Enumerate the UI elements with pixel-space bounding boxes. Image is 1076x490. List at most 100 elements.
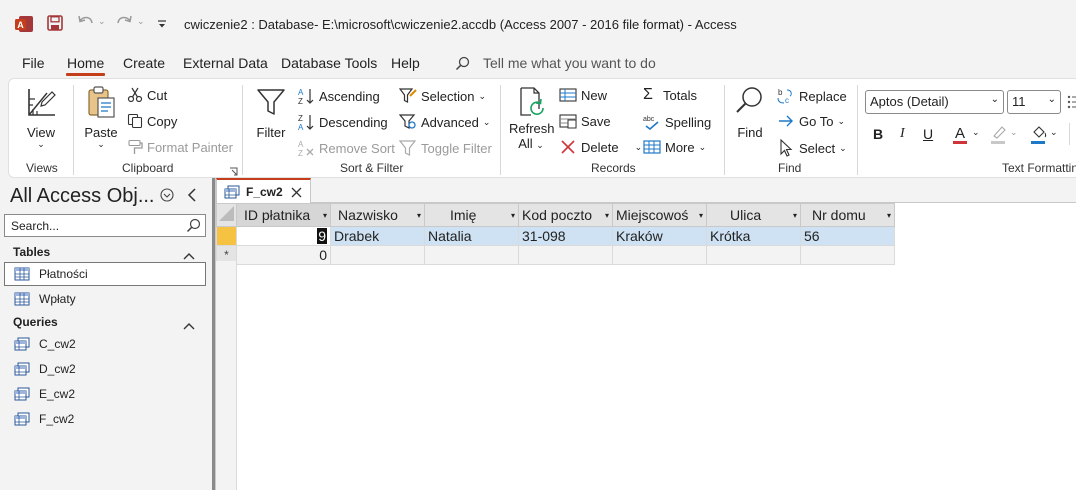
italic-button[interactable]: I: [900, 126, 905, 142]
refresh-all-button[interactable]: Refresh All ⌄: [509, 85, 555, 155]
save-record-button[interactable]: Save: [559, 113, 611, 129]
nav-section-queries[interactable]: Queries: [13, 315, 58, 329]
replace-button[interactable]: bc Replace: [777, 87, 847, 105]
tables-collapse-icon[interactable]: [183, 248, 195, 260]
save-label: Save: [581, 113, 611, 129]
column-header-nr-domu[interactable]: Nr domu ▾: [800, 203, 895, 227]
cell-imie[interactable]: Natalia: [424, 226, 519, 246]
nav-search-box[interactable]: Search...: [4, 214, 206, 237]
tab-help[interactable]: Help: [391, 55, 420, 71]
totals-button[interactable]: Σ Totals: [643, 87, 697, 103]
document-tab-f-cw2[interactable]: F_cw2: [216, 178, 311, 204]
highlight-color-button[interactable]: ⌄: [991, 123, 1021, 145]
nav-pane-title[interactable]: All Access Obj...: [10, 185, 155, 208]
undo-dropdown-icon[interactable]: ⌄: [98, 16, 106, 27]
bold-button[interactable]: B: [873, 126, 883, 142]
underline-button[interactable]: U: [923, 126, 933, 142]
font-name-select[interactable]: Aptos (Detail) ⌄: [865, 90, 1004, 114]
close-tab-icon[interactable]: [291, 186, 302, 198]
bullets-icon[interactable]: [1067, 94, 1076, 110]
undo-icon[interactable]: [76, 13, 96, 31]
new-row-cell[interactable]: [800, 245, 895, 265]
query-icon: [14, 337, 30, 351]
column-header-ulica[interactable]: Ulica ▾: [706, 203, 801, 227]
descending-button[interactable]: ZA Descending: [297, 113, 388, 132]
row-selector-current[interactable]: [216, 226, 237, 246]
column-dropdown-icon[interactable]: ▾: [887, 211, 891, 220]
nav-pane-menu-icon[interactable]: [160, 188, 174, 202]
tell-me-search-icon[interactable]: [455, 56, 470, 71]
new-row-cell[interactable]: [518, 245, 613, 265]
new-row-cell[interactable]: [612, 245, 707, 265]
spelling-button[interactable]: abc Spelling: [643, 113, 711, 131]
remove-sort-button[interactable]: AZ Remove Sort: [297, 139, 395, 158]
column-header-kod-pocztowy[interactable]: Kod poczto ▾: [518, 203, 613, 227]
tell-me-box[interactable]: Tell me what you want to do: [483, 55, 656, 71]
column-header-imie[interactable]: Imię ▾: [424, 203, 519, 227]
ascending-label: Ascending: [319, 88, 380, 104]
ascending-button[interactable]: AZ Ascending: [297, 87, 380, 106]
column-dropdown-icon[interactable]: ▾: [793, 211, 797, 220]
customize-qat-icon[interactable]: [156, 17, 168, 28]
table-row[interactable]: 9 Drabek Natalia 31-098 Kraków Krótka 56: [216, 226, 895, 246]
query-icon: [14, 387, 30, 401]
tab-database-tools[interactable]: Database Tools: [281, 55, 377, 71]
column-dropdown-icon[interactable]: ▾: [699, 211, 703, 220]
delete-record-button[interactable]: Delete ⌄: [559, 139, 642, 155]
nav-item-c-cw2[interactable]: C_cw2: [14, 333, 76, 355]
tab-home[interactable]: Home: [67, 55, 104, 71]
new-record-button[interactable]: New: [559, 87, 607, 103]
save-icon[interactable]: [46, 14, 64, 32]
find-button[interactable]: Find: [732, 85, 768, 155]
cell-id-platnika[interactable]: 9: [236, 226, 331, 246]
tab-create[interactable]: Create: [123, 55, 165, 71]
select-button[interactable]: Select ⌄: [777, 138, 847, 157]
font-color-button[interactable]: A ⌄: [953, 123, 983, 145]
nav-item-platnosci[interactable]: Płatności: [4, 262, 206, 286]
paste-button[interactable]: Paste ⌄: [83, 85, 119, 155]
collapse-pane-icon[interactable]: [187, 188, 197, 202]
new-row-cell[interactable]: [424, 245, 519, 265]
filter-button[interactable]: Filter: [253, 85, 289, 155]
nav-item-wplaty[interactable]: Wpłaty: [14, 288, 76, 310]
cell-kod-pocztowy[interactable]: 31-098: [518, 226, 613, 246]
nav-section-tables[interactable]: Tables: [13, 245, 50, 259]
column-header-miejscowosc[interactable]: Miejscowoś ▾: [612, 203, 707, 227]
cut-button[interactable]: Cut: [127, 87, 167, 103]
tab-external-data[interactable]: External Data: [183, 55, 268, 71]
view-button[interactable]: View ⌄: [23, 85, 59, 155]
new-record-row[interactable]: * 0: [216, 245, 895, 265]
advanced-button[interactable]: Advanced ⌄: [398, 113, 490, 131]
column-header-id-platnika[interactable]: ID płatnika ▾: [236, 203, 331, 227]
tab-file[interactable]: File: [22, 55, 45, 71]
more-button[interactable]: More ⌄: [643, 139, 706, 155]
format-painter-button[interactable]: Format Painter: [127, 139, 233, 155]
selection-button[interactable]: Selection ⌄: [398, 87, 486, 105]
nav-item-e-cw2[interactable]: E_cw2: [14, 383, 75, 405]
font-size-select[interactable]: 11 ⌄: [1007, 90, 1061, 114]
copy-button[interactable]: Copy: [127, 113, 177, 129]
column-dropdown-icon[interactable]: ▾: [511, 211, 515, 220]
fill-color-button[interactable]: ⌄: [1031, 123, 1061, 145]
column-dropdown-icon[interactable]: ▾: [605, 211, 609, 220]
new-row-cell[interactable]: [706, 245, 801, 265]
new-row-id-default[interactable]: 0: [236, 245, 331, 265]
cell-ulica[interactable]: Krótka: [706, 226, 801, 246]
column-dropdown-icon[interactable]: ▾: [417, 211, 421, 220]
nav-item-f-cw2[interactable]: F_cw2: [14, 408, 74, 430]
cell-nr-domu[interactable]: 56: [800, 226, 895, 246]
column-dropdown-icon[interactable]: ▾: [323, 211, 327, 220]
new-row-cell[interactable]: [330, 245, 425, 265]
font-size-value: 11: [1012, 94, 1026, 109]
toggle-filter-button[interactable]: Toggle Filter: [398, 139, 492, 157]
redo-icon[interactable]: [114, 13, 134, 31]
clipboard-launcher-icon[interactable]: [229, 164, 238, 176]
redo-dropdown-icon[interactable]: ⌄: [137, 16, 145, 27]
select-all-corner[interactable]: [216, 203, 237, 227]
column-header-nazwisko[interactable]: Nazwisko ▾: [330, 203, 425, 227]
goto-button[interactable]: Go To ⌄: [777, 113, 845, 129]
cell-miejscowosc[interactable]: Kraków: [612, 226, 707, 246]
queries-collapse-icon[interactable]: [183, 318, 195, 330]
cell-nazwisko[interactable]: Drabek: [330, 226, 425, 246]
nav-item-d-cw2[interactable]: D_cw2: [14, 358, 76, 380]
